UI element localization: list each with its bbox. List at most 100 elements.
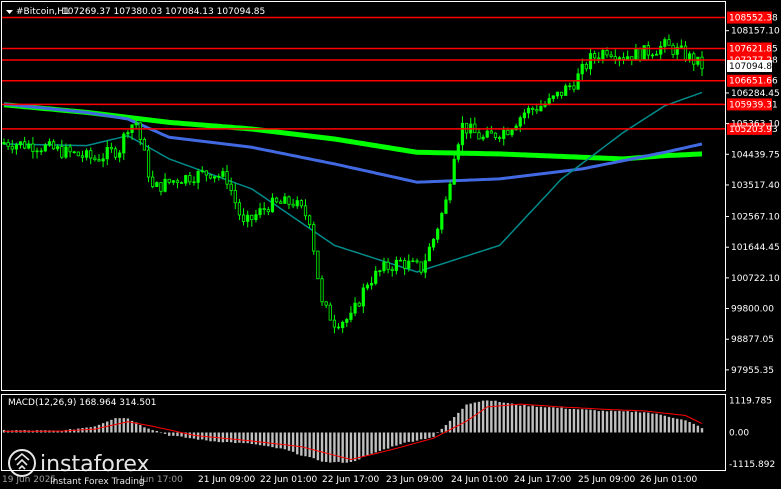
macd-histogram-bar	[275, 432, 278, 449]
macd-histogram-bar	[424, 432, 427, 439]
macd-histogram-bar	[163, 432, 167, 434]
macd-histogram-bar	[638, 412, 642, 433]
macd-histogram-bar	[159, 432, 163, 434]
price-tick-label: 106284.45	[731, 89, 780, 99]
macd-histogram-bar	[428, 432, 431, 438]
macd-histogram-bar	[502, 402, 505, 433]
macd-histogram-bar	[465, 404, 468, 433]
price-tick-label: 99800.00	[731, 305, 774, 315]
macd-histogram-bar	[188, 432, 192, 439]
macd-histogram-bar	[238, 432, 241, 443]
macd-histogram-bar	[395, 432, 398, 446]
macd-histogram-bar	[362, 432, 365, 457]
macd-histogram-bar	[126, 418, 130, 433]
macd-histogram-bar	[225, 432, 229, 443]
chart-background	[0, 0, 781, 489]
price-level-label: 106651.66	[729, 77, 778, 87]
macd-histogram-bar	[287, 432, 291, 451]
watermark-tagline: Instant Forex Trading	[50, 477, 145, 487]
macd-histogram-bar	[688, 422, 691, 433]
macd-histogram-bar	[605, 411, 609, 433]
macd-histogram-bar	[246, 432, 249, 444]
candle	[316, 250, 320, 280]
macd-histogram-bar	[568, 409, 572, 433]
macd-histogram-bar	[585, 409, 588, 433]
time-tick-label: 24 Jun 17:00	[514, 475, 571, 485]
price-tick-label: 101644.45	[731, 243, 780, 253]
macd-histogram-bar	[172, 432, 175, 436]
macd-histogram-bar	[486, 400, 489, 433]
macd-histogram-bar	[349, 432, 353, 462]
macd-histogram-bar	[671, 417, 675, 433]
macd-histogram-bar	[283, 432, 287, 450]
macd-histogram-bar	[448, 420, 452, 433]
macd-histogram-bar	[308, 432, 311, 458]
macd-tick-label: 1119.785	[729, 397, 772, 407]
macd-histogram-bar	[667, 416, 671, 433]
price-level-label: 108552.38	[729, 14, 778, 24]
macd-histogram-bar	[560, 407, 563, 433]
candle	[76, 151, 80, 157]
macd-histogram-bar	[589, 409, 592, 433]
macd-histogram-bar	[523, 404, 526, 433]
macd-histogram-bar	[651, 413, 654, 433]
macd-histogram-bar	[391, 432, 394, 447]
macd-tick-label: -1115.892	[729, 460, 775, 470]
macd-histogram-bar	[457, 412, 460, 433]
price-level-label: 105939.31	[729, 100, 778, 110]
macd-histogram-bar	[415, 432, 419, 441]
macd-histogram-bar	[143, 427, 146, 433]
macd-histogram-bar	[696, 425, 700, 433]
macd-histogram-bar	[618, 410, 621, 433]
time-tick-label: 21 Jun 09:00	[198, 475, 255, 485]
candle	[320, 275, 324, 306]
macd-histogram-bar	[490, 400, 493, 433]
macd-histogram-bar	[593, 410, 596, 433]
macd-histogram-bar	[411, 432, 415, 442]
time-tick-label: 26 Jun 01:00	[640, 475, 697, 485]
macd-histogram-bar	[254, 432, 258, 445]
time-tick-label: 23 Jun 09:00	[386, 475, 443, 485]
macd-histogram-bar	[614, 411, 617, 433]
macd-histogram-bar	[419, 432, 423, 440]
price-tick-label: 97955.35	[731, 366, 774, 376]
macd-histogram-bar	[374, 432, 377, 453]
macd-histogram-bar	[407, 432, 410, 442]
macd-histogram-bar	[147, 428, 150, 433]
macd-histogram-bar	[312, 432, 315, 459]
candle	[312, 221, 316, 255]
time-tick-label: 22 Jun 17:00	[322, 475, 379, 485]
price-tick-label: 103517.40	[731, 181, 780, 191]
macd-histogram-bar	[676, 418, 679, 433]
macd-histogram-bar	[250, 432, 254, 445]
macd-histogram-bar	[106, 421, 109, 433]
macd-histogram-bar	[535, 406, 538, 433]
macd-histogram-bar	[622, 411, 625, 433]
price-tick-label: 100722.10	[731, 274, 780, 284]
macd-histogram-bar	[316, 432, 320, 461]
macd-histogram-bar	[576, 409, 580, 433]
macd-histogram-bar	[176, 432, 179, 437]
macd-histogram-bar	[114, 418, 117, 433]
price-tick-label: 98877.05	[731, 335, 774, 345]
current-price-label: 107094.85	[729, 62, 778, 72]
macd-histogram-bar	[700, 428, 704, 433]
trading-chart[interactable]: 108552.38107621.85107277.28106651.661059…	[0, 0, 781, 489]
macd-histogram-bar	[481, 400, 485, 433]
macd-histogram-bar	[366, 432, 369, 456]
macd-histogram-bar	[271, 432, 274, 448]
macd-histogram-bar	[139, 425, 142, 433]
macd-histogram-bar	[647, 412, 650, 433]
macd-histogram-bar	[229, 432, 233, 443]
macd-histogram-bar	[514, 404, 518, 433]
macd-histogram-bar	[296, 432, 299, 455]
macd-histogram-bar	[547, 407, 551, 433]
macd-histogram-bar	[110, 419, 113, 433]
macd-histogram-bar	[279, 432, 282, 449]
macd-histogram-bar	[353, 432, 357, 462]
macd-histogram-bar	[494, 400, 497, 433]
macd-histogram-bar	[300, 432, 303, 456]
macd-histogram-bar	[357, 432, 361, 460]
macd-histogram-bar	[168, 432, 171, 436]
macd-histogram-bar	[506, 403, 510, 433]
